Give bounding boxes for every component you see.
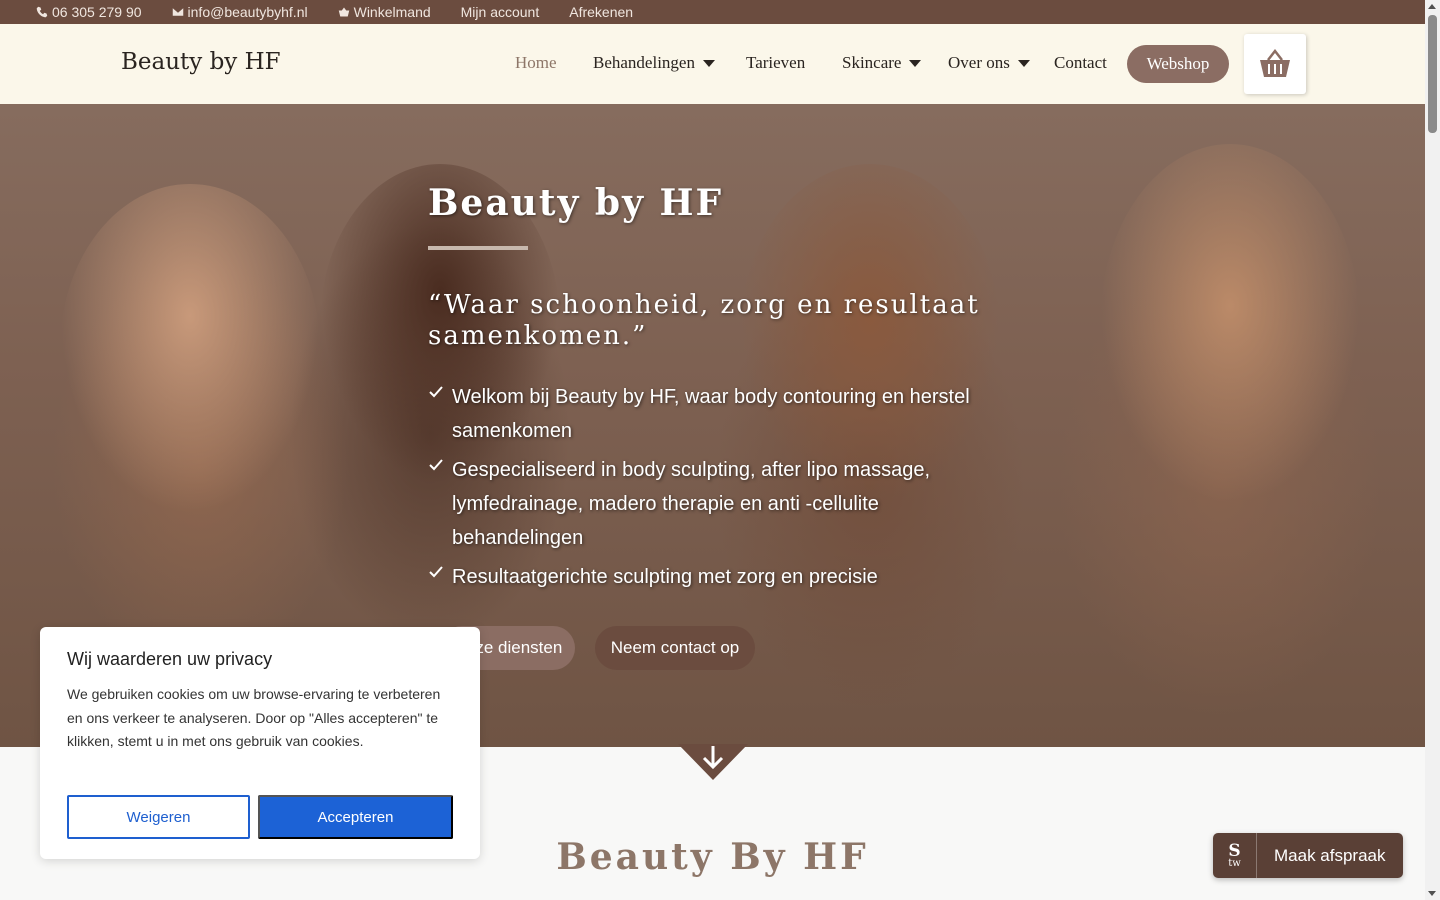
nav-item-home[interactable]: Home — [515, 53, 557, 73]
booking-label: Maak afspraak — [1274, 845, 1386, 865]
checkmark-icon — [429, 566, 443, 578]
nav-item-contact[interactable]: Contact — [1054, 53, 1107, 73]
list-item: Gespecialiseerd in body sculpting, after… — [428, 453, 1008, 555]
list-item-text: Gespecialiseerd in body sculpting, after… — [452, 459, 931, 549]
cookie-title: Wij waarderen uw privacy — [67, 649, 273, 669]
phone-number: 06 305 279 90 — [52, 4, 142, 20]
cart-label: Winkelmand — [353, 4, 431, 20]
list-item: Welkom bij Beauty by HF, waar body conto… — [428, 380, 1008, 448]
email-link[interactable]: info@beautybyhf.nl — [172, 4, 308, 20]
scroll-down-small-arrow-icon[interactable] — [1428, 891, 1436, 896]
list-item-text: Resultaatgerichte sculpting met zorg en … — [452, 566, 878, 588]
cart-link[interactable]: Winkelmand — [338, 4, 431, 20]
site-logo[interactable]: Beauty by HF — [121, 49, 281, 75]
envelope-icon — [172, 8, 183, 16]
booking-logo-icon: S tw — [1213, 833, 1257, 878]
nav-item-skincare[interactable]: Skincare — [842, 53, 922, 73]
checkmark-icon — [429, 386, 443, 398]
nav-label-contact: Contact — [1054, 53, 1107, 72]
nav-item-over-ons[interactable]: Over ons — [948, 53, 1030, 73]
hero-photo-person-1 — [60, 184, 320, 514]
checkout-link[interactable]: Afrekenen — [569, 4, 633, 20]
nav-label-behandelingen: Behandelingen — [593, 53, 695, 72]
nav-item-behandelingen[interactable]: Behandelingen — [593, 53, 715, 73]
hero-feature-list: Welkom bij Beauty by HF, waar body conto… — [428, 380, 1008, 599]
cookie-text: We gebruiken cookies om uw browse-ervari… — [67, 686, 441, 749]
site-header: Beauty by HF Home Behandelingen Tarieven… — [0, 24, 1425, 104]
scrollbar-thumb[interactable] — [1428, 15, 1437, 133]
book-appointment-widget[interactable]: S tw Maak afspraak — [1213, 833, 1403, 878]
checkout-label: Afrekenen — [569, 4, 634, 20]
account-link[interactable]: Mijn account — [461, 4, 540, 20]
scroll-down-arrow-icon[interactable] — [678, 744, 748, 780]
cookie-consent-dialog: Wij waarderen uw privacy We gebruiken co… — [40, 627, 480, 859]
basket-icon — [1260, 49, 1290, 77]
top-bar: 06 305 279 90 info@beautybyhf.nl Winkelm… — [0, 0, 1425, 24]
cart-button[interactable] — [1244, 34, 1306, 94]
booking-logo-s: S — [1228, 840, 1241, 861]
nav-label-over-ons: Over ons — [948, 53, 1010, 72]
hero-title: Beauty by HF — [428, 182, 724, 224]
booking-logo-tw: tw — [1228, 857, 1241, 869]
checkmark-icon — [429, 459, 443, 471]
scroll-up-arrow-icon[interactable] — [1428, 4, 1436, 9]
webshop-button[interactable]: Webshop — [1127, 45, 1229, 83]
contact-button[interactable]: Neem contact op — [595, 626, 755, 670]
page-scrollbar[interactable] — [1425, 0, 1440, 900]
nav-label-tarieven: Tarieven — [746, 53, 806, 72]
reject-cookies-button[interactable]: Weigeren — [67, 795, 250, 839]
chevron-down-icon — [1017, 59, 1030, 67]
account-label: Mijn account — [460, 4, 540, 20]
accept-cookies-button[interactable]: Accepteren — [258, 795, 453, 839]
nav-item-tarieven[interactable]: Tarieven — [746, 53, 805, 73]
hero-photo-person-4 — [1100, 144, 1360, 504]
list-item-text: Welkom bij Beauty by HF, waar body conto… — [452, 386, 970, 442]
chevron-down-icon — [702, 59, 715, 67]
hero-divider — [428, 246, 528, 250]
list-item: Resultaatgerichte sculpting met zorg en … — [428, 560, 1008, 594]
email-address: info@beautybyhf.nl — [187, 4, 308, 20]
nav-label-skincare: Skincare — [842, 53, 902, 72]
phone-icon — [36, 6, 48, 18]
nav-label-home: Home — [515, 53, 557, 72]
basket-small-icon — [338, 7, 349, 17]
hero-quote: “Waar schoonheid, zorg en resultaat same… — [428, 290, 980, 351]
phone-link[interactable]: 06 305 279 90 — [36, 4, 142, 20]
chevron-down-icon — [909, 59, 922, 67]
